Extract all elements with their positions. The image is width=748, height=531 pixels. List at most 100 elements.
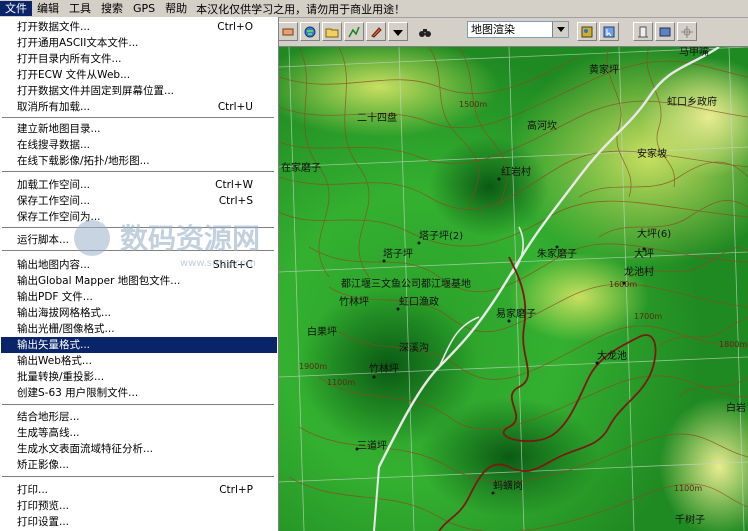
localization-notice: 本汉化仅供学习之用，请勿用于商业用途！ <box>196 2 406 16</box>
menu-export-pdf[interactable]: 输出PDF 文件... <box>1 289 277 305</box>
camera-icon[interactable] <box>633 22 653 41</box>
menu-item-label: 输出光栅/图像格式... <box>17 323 115 335</box>
menu-item-label: 打开数据文件... <box>17 21 91 33</box>
contour-label: 1700m <box>634 312 662 321</box>
map-label: 黄家坪 <box>589 63 619 76</box>
menu-combine-terrain[interactable]: 结合地形层... <box>1 409 277 425</box>
menu-item-label: 保存工作空间... <box>17 195 91 207</box>
map-label: 大坪(6) <box>637 227 671 240</box>
menu-item-label: 创建S-63 用户限制文件... <box>17 387 139 399</box>
menu-open-fixed-screen[interactable]: 打开数据文件并固定到屏幕位置... <box>1 83 277 99</box>
menu-download-imagery[interactable]: 在线下载影像/拓扑/地形图... <box>1 153 277 169</box>
menu-export-raster[interactable]: 输出光栅/图像格式... <box>1 321 277 337</box>
menu-open-ascii[interactable]: 打开通用ASCII文本文件... <box>1 35 277 51</box>
menu-item-label: 批量转换/重投影... <box>17 371 105 383</box>
contour-label: 1500m <box>459 100 487 109</box>
dropdown-arrow-icon[interactable] <box>388 22 408 41</box>
menu-bar: 文件 编辑 工具 搜索 GPS 帮助 本汉化仅供学习之用，请勿用于商业用途！ <box>0 0 748 18</box>
map-label: 竹林坪 <box>339 295 369 308</box>
menu-save-workspace[interactable]: 保存工作空间... Ctrl+S <box>1 193 277 209</box>
menu-batch-convert[interactable]: 批量转换/重投影... <box>1 369 277 385</box>
binoculars-icon[interactable] <box>415 22 435 41</box>
contour-label: 1600m <box>609 280 637 289</box>
menu-gps[interactable]: GPS <box>128 1 160 16</box>
map-label: 龙池村 <box>624 265 654 278</box>
menu-open-directory[interactable]: 打开目录内所有文件... <box>1 51 277 67</box>
menu-separator <box>2 227 274 229</box>
menu-item-shortcut: Ctrl+U <box>217 101 253 113</box>
menu-item-label: 保存工作空间为... <box>17 211 101 223</box>
menu-create-s63[interactable]: 创建S-63 用户限制文件... <box>1 385 277 401</box>
globe-icon[interactable] <box>300 22 320 41</box>
menu-item-label: 输出Web格式... <box>17 355 92 367</box>
menu-item-label: 打开通用ASCII文本文件... <box>17 37 139 49</box>
menu-rectify-imagery[interactable]: 矫正影像... <box>1 457 277 473</box>
menu-run-script[interactable]: 运行脚本... <box>1 232 277 248</box>
menu-help[interactable]: 帮助 <box>160 1 192 16</box>
menu-item-label: 加载工作空间... <box>17 179 91 191</box>
layers-icon[interactable] <box>577 22 597 41</box>
menu-item-label: 输出矢量格式... <box>17 339 91 351</box>
menu-new-map-catalog[interactable]: 建立新地图目录... <box>1 121 277 137</box>
menu-search[interactable]: 搜索 <box>96 1 128 16</box>
menu-item-shortcut: Ctrl+W <box>215 179 253 191</box>
map-label: 在家磨子 <box>281 161 321 174</box>
map-label: 朱家磨子 <box>537 247 577 260</box>
menu-item-shortcut: Ctrl+S <box>218 195 253 207</box>
menu-generate-contours[interactable]: 生成等高线... <box>1 425 277 441</box>
menu-separator <box>2 476 274 478</box>
menu-watershed[interactable]: 生成水文表面流域特征分析... <box>1 441 277 457</box>
menu-export-map-content[interactable]: 输出地图内容... Shift+C <box>1 257 277 273</box>
menu-export-vector[interactable]: 输出矢量格式... <box>1 337 277 353</box>
menu-item-label: 输出海拔网格格式... <box>17 307 112 319</box>
map-label: 都江堰三文鱼公司都江堰基地 <box>341 277 471 290</box>
map-label: 白果坪 <box>307 325 337 338</box>
eraser-icon[interactable] <box>278 22 298 41</box>
map-label: 塔子坪 <box>383 247 413 260</box>
gear-icon[interactable] <box>655 22 675 41</box>
path-icon[interactable] <box>344 22 364 41</box>
map-label: 千树子 <box>675 513 705 526</box>
menu-load-workspace[interactable]: 加载工作空间... Ctrl+W <box>1 177 277 193</box>
menu-print-preview[interactable]: 打印预览... <box>1 498 277 514</box>
pointer-icon[interactable] <box>599 22 619 41</box>
menu-file[interactable]: 文件 <box>0 1 32 16</box>
menu-search-data-online[interactable]: 在线搜寻数据... <box>1 137 277 153</box>
map-label: 三道坪 <box>357 439 387 452</box>
menu-save-workspace-as[interactable]: 保存工作空间为... <box>1 209 277 225</box>
map-label: 深溪沟 <box>399 341 429 354</box>
pencil-icon[interactable] <box>366 22 386 41</box>
contour-label: 1100m <box>674 484 702 493</box>
map-label: 马甲嘴 <box>679 47 709 58</box>
menu-item-label: 取消所有加载... <box>17 101 91 113</box>
menu-item-label: 打开ECW 文件从Web... <box>17 69 131 81</box>
map-label: 红岩村 <box>501 165 531 178</box>
menu-print[interactable]: 打印... Ctrl+P <box>1 482 277 498</box>
menu-tools[interactable]: 工具 <box>64 1 96 16</box>
menu-item-label: 打开目录内所有文件... <box>17 53 122 65</box>
layer-select[interactable]: 地图渲染 <box>467 21 569 38</box>
menu-unload-all[interactable]: 取消所有加载... Ctrl+U <box>1 99 277 115</box>
map-label: 塔子坪(2) <box>419 229 463 242</box>
terrain-map[interactable]: 黄家坪 马甲嘴 二十四盘 高河坎 虹口乡政府 安家坡 红岩村 在家磨子 塔子坪(… <box>279 47 748 531</box>
menu-edit[interactable]: 编辑 <box>32 1 64 16</box>
menu-open-data-file[interactable]: 打开数据文件... Ctrl+O <box>1 19 277 35</box>
chevron-down-icon[interactable] <box>552 22 568 37</box>
map-label: 二十四盘 <box>357 111 397 124</box>
map-label: 易家磨子 <box>496 307 536 320</box>
folder-icon[interactable] <box>322 22 342 41</box>
map-label: 白岩 <box>726 401 746 414</box>
crosshair-icon[interactable] <box>677 22 697 41</box>
menu-item-shortcut: Ctrl+P <box>219 484 253 496</box>
menu-export-web[interactable]: 输出Web格式... <box>1 353 277 369</box>
layer-select-value: 地图渲染 <box>471 23 515 36</box>
menu-export-elevation-grid[interactable]: 输出海拔网格格式... <box>1 305 277 321</box>
menu-item-label: 结合地形层... <box>17 411 80 423</box>
menu-item-label: 在线下载影像/拓扑/地形图... <box>17 155 150 167</box>
menu-print-setup[interactable]: 打印设置... <box>1 514 277 530</box>
map-view[interactable]: 黄家坪 马甲嘴 二十四盘 高河坎 虹口乡政府 安家坡 红岩村 在家磨子 塔子坪(… <box>279 47 748 531</box>
menu-item-label: 在线搜寻数据... <box>17 139 91 151</box>
map-label: 竹林坪 <box>369 362 399 375</box>
menu-export-gm-package[interactable]: 输出Global Mapper 地图包文件... <box>1 273 277 289</box>
menu-open-ecw-web[interactable]: 打开ECW 文件从Web... <box>1 67 277 83</box>
